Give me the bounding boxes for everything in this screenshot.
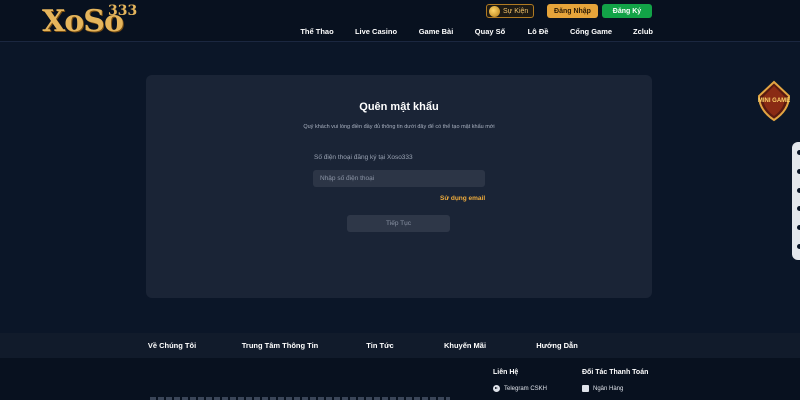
event-label: Sự Kiện [503, 7, 529, 15]
phone-label: Số điện thoại đăng ký tại Xoso333 [314, 154, 413, 161]
site-header: XoSo 333 Sự Kiện Đăng Nhập Đăng Ký Thể T… [0, 0, 800, 42]
page-title: Quên mật khẩu [359, 101, 439, 113]
register-button[interactable]: Đăng Ký [602, 4, 652, 18]
nav-item-the-thao[interactable]: Thể Thao [300, 27, 333, 36]
footer-link-guide[interactable]: Hướng Dẫn [536, 341, 578, 350]
mini-game-icon: MINI GAME [758, 80, 790, 122]
footer-link-about[interactable]: Về Chúng Tôi [148, 341, 196, 350]
nav-item-lo-de[interactable]: Lô Đề [528, 27, 549, 36]
forgot-password-card: Quên mật khẩu Quý khách vui lòng điền đầ… [146, 75, 652, 298]
logo-suffix: 333 [108, 3, 138, 19]
side-shortcut-rail[interactable] [792, 142, 800, 260]
nav-item-live-casino[interactable]: Live Casino [355, 27, 397, 36]
footer-link-info-center[interactable]: Trung Tâm Thông Tin [242, 341, 319, 350]
footer-link-promotions[interactable]: Khuyến Mãi [444, 341, 486, 350]
bank-label: Ngân Hàng [593, 385, 624, 392]
page-subtitle: Quý khách vui lòng điền đầy đủ thông tin… [303, 124, 495, 130]
phone-input[interactable] [313, 170, 485, 187]
telegram-link[interactable]: Telegram CSKH [493, 385, 547, 392]
mini-game-widget[interactable]: MINI GAME [755, 80, 793, 122]
use-email-link[interactable]: Sử dụng email [440, 195, 485, 202]
nav-item-zclub[interactable]: Zclub [633, 27, 653, 36]
partner-heading: Đối Tác Thanh Toán [582, 369, 649, 376]
footer-nav: Về Chúng Tôi Trung Tâm Thông Tin Tin Tức… [0, 333, 800, 358]
login-button[interactable]: Đăng Nhập [547, 4, 598, 18]
telegram-icon [493, 385, 500, 392]
telegram-label: Telegram CSKH [504, 385, 548, 392]
contact-heading: Liên Hệ [493, 369, 519, 376]
trophy-icon [489, 5, 500, 17]
footer-link-news[interactable]: Tin Tức [366, 341, 393, 350]
nav-item-quay-so[interactable]: Quay Số [475, 27, 505, 36]
footer-bottom [0, 358, 800, 400]
bank-link[interactable]: Ngân Hàng [582, 385, 623, 392]
mini-game-text: MINI GAME [758, 98, 790, 104]
main-nav: Thể Thao Live Casino Game Bài Quay Số Lô… [0, 27, 800, 37]
event-button[interactable]: Sự Kiện [486, 4, 535, 18]
bank-icon [582, 385, 589, 392]
continue-button[interactable]: Tiếp Tục [347, 215, 450, 232]
nav-item-cong-game[interactable]: Cổng Game [570, 27, 612, 36]
nav-item-game-bai[interactable]: Game Bài [419, 27, 454, 36]
